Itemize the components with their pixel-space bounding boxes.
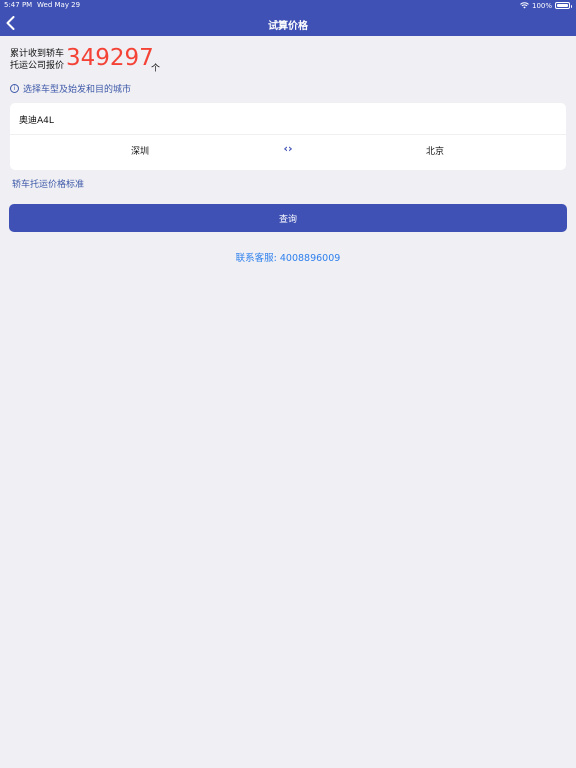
contact-service-link[interactable]: 联系客服: 4008896009 bbox=[0, 250, 576, 264]
battery-percent: 100% bbox=[531, 1, 552, 10]
info-icon: i bbox=[10, 84, 19, 93]
route-form: 奥迪A4L 深圳 ‹› 北京 bbox=[10, 103, 566, 170]
destination-city-field[interactable]: 北京 bbox=[426, 144, 444, 157]
counter-label: 累计收到轿车托运公司报价 bbox=[10, 49, 65, 71]
selection-hint: i 选择车型及始发和目的城市 bbox=[10, 82, 131, 95]
quote-count-unit: 个 bbox=[151, 64, 161, 74]
swap-arrows-icon[interactable]: ‹› bbox=[280, 143, 296, 155]
status-date: Wed May 29 bbox=[37, 1, 81, 9]
query-button[interactable]: 查询 bbox=[9, 204, 567, 232]
car-model-field[interactable]: 奥迪A4L bbox=[19, 113, 54, 126]
status-indicators: 100% bbox=[520, 0, 572, 11]
status-time: 5:47 PM bbox=[4, 1, 33, 9]
quote-count: 349297 bbox=[66, 45, 154, 71]
price-standard-link[interactable]: 轿车托运价格标准 bbox=[12, 177, 84, 190]
origin-city-field[interactable]: 深圳 bbox=[131, 144, 149, 157]
page-title: 试算价格 bbox=[268, 21, 308, 32]
battery-icon bbox=[555, 2, 572, 9]
wifi-icon bbox=[520, 2, 529, 9]
nav-bar: 5:47 PM Wed May 29 100% 试算价格 bbox=[0, 0, 576, 36]
hint-text: 选择车型及始发和目的城市 bbox=[23, 85, 132, 95]
divider bbox=[10, 134, 566, 135]
